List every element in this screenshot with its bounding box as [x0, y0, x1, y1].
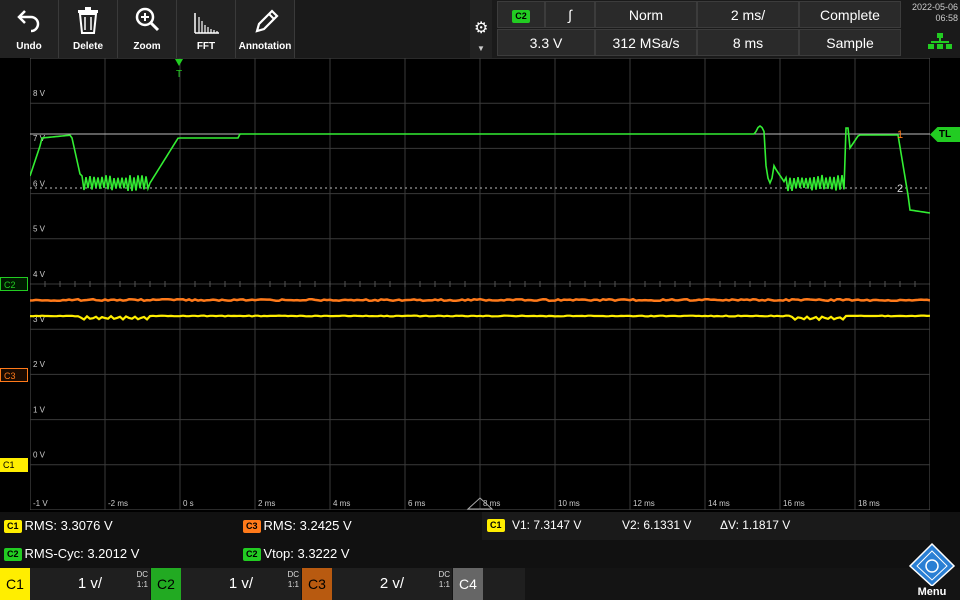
measurement-2[interactable]: C2 RMS-Cyc: 3.2012 V — [4, 546, 139, 561]
trigger-source[interactable]: C2 — [497, 1, 545, 28]
y-axis-label: 8 V — [33, 89, 46, 98]
x-axis-label: 6 ms — [408, 499, 425, 508]
y-axis-label: 4 V — [33, 270, 46, 279]
pencil-icon — [253, 5, 279, 35]
measurement-1[interactable]: C1 RMS: 3.3076 V — [4, 518, 113, 533]
ch2-level-marker[interactable]: C2 — [0, 277, 28, 291]
menu-button[interactable]: Menu — [904, 542, 960, 600]
network-icon — [928, 32, 952, 50]
trigger-level[interactable]: 3.3 V — [497, 29, 595, 56]
trash-icon — [76, 5, 100, 35]
waveform-grid[interactable]: 8 V7 V6 V5 V4 V3 V2 V1 V0 V -1 V -2 ms 0 s… — [30, 58, 930, 510]
measurement-3-value: RMS: 3.2425 V — [264, 518, 352, 533]
cursor-source-badge: C1 — [487, 519, 505, 532]
cursor-v2: V2: 6.1331 V — [622, 518, 691, 532]
undo-button[interactable]: Undo — [0, 0, 59, 58]
cursor-readout[interactable]: C1 V1: 7.3147 V V2: 6.1331 V ΔV: 1.1817 … — [482, 512, 930, 540]
measurement-3[interactable]: C3 RMS: 3.2425 V — [243, 518, 352, 533]
caret-down-icon: ▼ — [477, 44, 485, 53]
cursor-2-label: 2 — [897, 183, 903, 195]
annotation-label: Annotation — [236, 41, 294, 52]
trigger-level-marker[interactable]: TL — [930, 127, 960, 142]
rising-edge-icon: ∫ — [568, 7, 572, 23]
horizontal-position[interactable]: 8 ms — [697, 29, 799, 56]
x-axis-label: 12 ms — [633, 499, 655, 508]
ch1-level-marker[interactable]: C1 — [0, 458, 28, 472]
measurement-2-badge: C2 — [4, 548, 22, 561]
measurement-4[interactable]: C2 Vtop: 3.3222 V — [243, 546, 350, 561]
zoom-button[interactable]: Zoom — [118, 0, 177, 58]
y-axis-label: 0 V — [33, 451, 46, 460]
channel-1-coupling: DC 1:1 — [136, 570, 148, 590]
acquisition-mode[interactable]: Sample — [799, 29, 901, 56]
channel-3-scale: 2 v/ — [332, 568, 452, 600]
fft-icon — [194, 5, 220, 35]
trigger-mark-label: T — [176, 69, 182, 80]
fft-button[interactable]: FFT — [177, 0, 236, 58]
zoom-label: Zoom — [118, 41, 176, 52]
clock: 2022-05-06 06:58 — [898, 2, 958, 24]
top-bar: Undo Delete Zoom FFT Annotation ⚙ ▼ C2 ∫… — [0, 0, 960, 58]
x-axis-label: 4 ms — [333, 499, 350, 508]
trigger-slope[interactable]: ∫ — [545, 1, 595, 28]
annotation-button[interactable]: Annotation — [236, 0, 295, 58]
channel-3-coupling: DC 1:1 — [438, 570, 450, 590]
trigger-source-badge: C2 — [512, 10, 530, 23]
x-axis-label: 0 s — [183, 499, 194, 508]
channel-2-coupling: DC 1:1 — [287, 570, 299, 590]
menu-label: Menu — [904, 586, 960, 598]
y-axis-label: 2 V — [33, 360, 46, 369]
channel-4-scale-empty — [483, 568, 525, 600]
channel-2-id: C2 — [151, 568, 181, 600]
x-axis-label: 10 ms — [558, 499, 580, 508]
measurement-2-value: RMS-Cyc: 3.2012 V — [25, 546, 140, 561]
clock-time: 06:58 — [898, 13, 958, 24]
fft-label: FFT — [177, 41, 235, 52]
measurement-1-badge: C1 — [4, 520, 22, 533]
timebase-scale[interactable]: 2 ms/ — [697, 1, 799, 28]
delete-button[interactable]: Delete — [59, 0, 118, 58]
y-axis-label: 1 V — [33, 405, 46, 414]
measurement-3-badge: C3 — [243, 520, 261, 533]
measurement-4-value: Vtop: 3.3222 V — [264, 546, 350, 561]
channel-3-id: C3 — [302, 568, 332, 600]
channel-1-id: C1 — [0, 568, 30, 600]
channel-bar: C1 1 v/ DC 1:1 C2 1 v/ DC 1:1 C3 2 v/ DC 1:… — [0, 568, 960, 600]
undo-label: Undo — [0, 41, 58, 52]
cursor-1-label: 1 — [897, 129, 903, 141]
x-axis-label: 14 ms — [708, 499, 730, 508]
undo-icon — [17, 5, 41, 35]
x-axis-label: 18 ms — [858, 499, 880, 508]
channel-3-tab[interactable]: C3 2 v/ DC 1:1 — [302, 568, 452, 600]
x-axis-label: 16 ms — [783, 499, 805, 508]
y-axis-label: 6 V — [33, 179, 46, 188]
rs-logo-icon — [904, 542, 960, 586]
channel-4-tab[interactable]: C4 — [453, 568, 525, 600]
zoom-icon — [135, 5, 161, 35]
acquisition-state[interactable]: Complete — [799, 1, 901, 28]
measurement-4-badge: C2 — [243, 548, 261, 561]
channel-2-scale: 1 v/ — [181, 568, 301, 600]
measurement-1-value: RMS: 3.3076 V — [25, 518, 113, 533]
cursor-delta-v: ΔV: 1.1817 V — [720, 518, 790, 532]
y-axis-label: 5 V — [33, 225, 46, 234]
sample-rate[interactable]: 312 MSa/s — [595, 29, 697, 56]
settings-button[interactable]: ⚙ ▼ — [470, 0, 492, 58]
channel-1-scale: 1 v/ — [30, 568, 150, 600]
gear-icon: ⚙ — [474, 18, 488, 38]
delete-label: Delete — [59, 41, 117, 52]
x-axis-label: -1 V — [33, 499, 48, 508]
x-axis-label: 2 ms — [258, 499, 275, 508]
cursor-v1: V1: 7.3147 V — [512, 518, 581, 532]
clock-date: 2022-05-06 — [898, 2, 958, 13]
channel-1-tab[interactable]: C1 1 v/ DC 1:1 — [0, 568, 150, 600]
trigger-mode[interactable]: Norm — [595, 1, 697, 28]
x-axis-label: -2 ms — [108, 499, 128, 508]
channel-2-tab[interactable]: C2 1 v/ DC 1:1 — [151, 568, 301, 600]
ch3-level-marker[interactable]: C3 — [0, 368, 28, 382]
channel-4-id: C4 — [453, 568, 483, 600]
y-axis-label: 7 V — [33, 134, 46, 143]
